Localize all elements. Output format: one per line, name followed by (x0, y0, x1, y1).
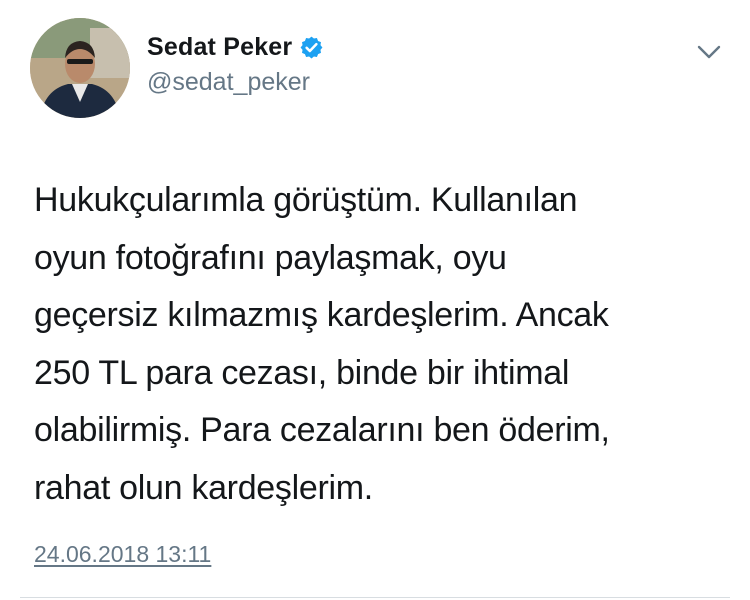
display-name[interactable]: Sedat Peker (147, 33, 292, 62)
author-name-row: Sedat Peker (147, 30, 324, 64)
tweet-text-line: Hukukçularımla görüştüm. Kullanılan (34, 181, 578, 219)
divider (20, 597, 730, 598)
verified-badge-icon (299, 35, 324, 60)
tweet-text-line: 250 TL para cezası, binde bir ihtimal (34, 353, 570, 392)
tweet-timestamp[interactable]: 24.06.2018 13:11 (34, 541, 211, 568)
author-handle[interactable]: @sedat_peker (147, 68, 310, 97)
tweet-text-line: oyun fotoğrafını paylaşmak, oyu (34, 238, 507, 277)
tweet-text-line: rahat olun kardeşlerim. (34, 468, 373, 507)
tweet-text-line: olabilirmiş. Para cezalarını ben öderim, (34, 411, 610, 449)
tweet-text-line: geçersiz kılmazmış kardeşlerim. Ancak (34, 296, 609, 334)
avatar-image (30, 18, 130, 118)
chevron-down-icon[interactable] (694, 40, 724, 64)
avatar[interactable] (30, 18, 130, 118)
tweet-text: Hukukçularımla görüştüm. Kullanılan oyun… (34, 172, 724, 517)
